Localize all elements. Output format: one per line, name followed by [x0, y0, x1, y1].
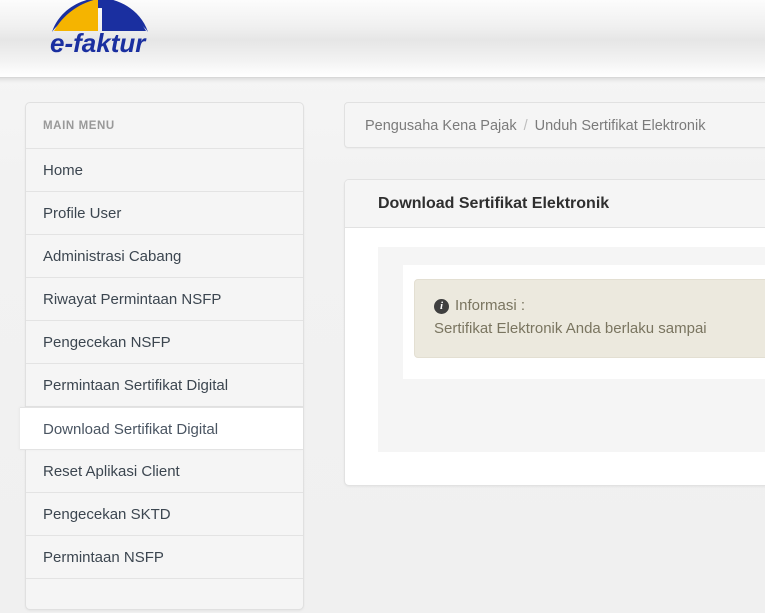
alert-message: Sertifikat Elektronik Anda berlaku sampa…: [434, 320, 707, 338]
sidebar-item-pengecekan-sktd[interactable]: Pengecekan SKTD: [26, 493, 303, 536]
download-certificate-panel: Download Sertifikat Elektronik i Informas…: [344, 179, 765, 486]
sidebar-item-riwayat-permintaan-nsfp[interactable]: Riwayat Permintaan NSFP: [26, 278, 303, 321]
sidebar-item-permintaan-nsfp[interactable]: Permintaan NSFP: [26, 536, 303, 579]
panel-body: i Informasi : Sertifikat Elektronik Anda …: [345, 228, 765, 485]
efaktur-logo[interactable]: e-faktur: [46, 0, 156, 58]
breadcrumb-item-parent[interactable]: Pengusaha Kena Pajak: [365, 118, 517, 134]
information-alert: i Informasi : Sertifikat Elektronik Anda …: [414, 279, 765, 358]
sidebar-item-profile-user[interactable]: Profile User: [26, 192, 303, 235]
form-well: i Informasi : Sertifikat Elektronik Anda …: [378, 247, 765, 452]
breadcrumb: Pengusaha Kena Pajak / Unduh Sertifikat El…: [344, 102, 765, 148]
content-column: Pengusaha Kena Pajak / Unduh Sertifikat El…: [344, 102, 765, 486]
sidebar-item-download-sertifikat-digital[interactable]: Download Sertifikat Digital: [20, 407, 303, 450]
breadcrumb-separator: /: [523, 118, 528, 134]
sidebar-menu-list: Home Profile User Administrasi Cabang Ri…: [20, 149, 303, 579]
info-circle-icon: i: [434, 299, 449, 314]
sidebar-item-reset-aplikasi-client[interactable]: Reset Aplikasi Client: [26, 450, 303, 493]
form-inner: i Informasi : Sertifikat Elektronik Anda …: [403, 265, 765, 379]
alert-title: Informasi :: [455, 297, 526, 314]
app-header: e-faktur: [0, 0, 765, 78]
sidebar: MAIN MENU Home Profile User Administrasi…: [20, 102, 304, 610]
sidebar-item-home[interactable]: Home: [26, 149, 303, 192]
breadcrumb-item-current: Unduh Sertifikat Elektronik: [534, 118, 706, 134]
alert-title-line: i Informasi :: [434, 294, 761, 317]
panel-title: Download Sertifikat Elektronik: [345, 180, 765, 228]
sidebar-title: MAIN MENU: [26, 103, 303, 149]
sidebar-item-pengecekan-nsfp[interactable]: Pengecekan NSFP: [26, 321, 303, 364]
efaktur-logo-svg: e-faktur: [50, 0, 148, 58]
sidebar-item-permintaan-sertifikat-digital[interactable]: Permintaan Sertifikat Digital: [26, 364, 303, 407]
sidebar-item-administrasi-cabang[interactable]: Administrasi Cabang: [26, 235, 303, 278]
logo-wordmark: e-faktur: [50, 28, 147, 58]
